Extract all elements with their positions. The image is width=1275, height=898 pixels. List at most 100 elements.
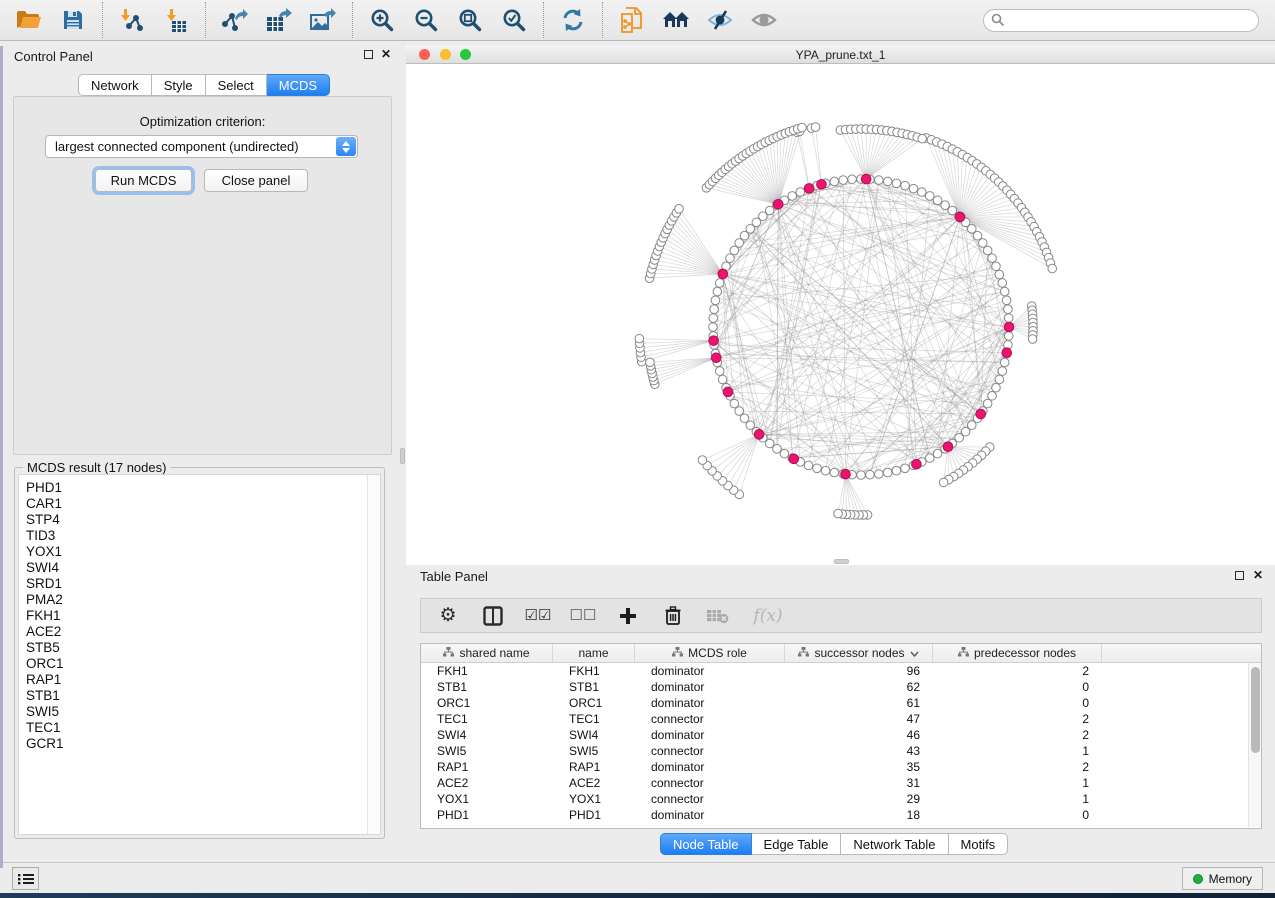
show-column-panel-button[interactable] xyxy=(481,604,505,628)
zoom-in-button[interactable] xyxy=(368,6,396,34)
node-table: shared namenameMCDS rolesuccessor nodesp… xyxy=(420,643,1262,829)
open-network-from-ndex-button[interactable] xyxy=(618,6,646,34)
tab-edge-table[interactable]: Edge Table xyxy=(752,833,842,855)
mcds-result-list[interactable]: PHD1CAR1STP4TID3YOX1SWI4SRD1PMA2FKH1ACE2… xyxy=(18,474,381,835)
table-cell: SWI4 xyxy=(553,727,635,743)
delete-columns-button[interactable] xyxy=(661,604,685,628)
show-graphics-details-button[interactable] xyxy=(750,6,778,34)
import-table-button[interactable] xyxy=(162,6,190,34)
sitemap-icon xyxy=(958,646,969,660)
export-network-button[interactable] xyxy=(221,6,249,34)
table-cell: SWI5 xyxy=(553,743,635,759)
mcds-result-item[interactable]: GCR1 xyxy=(19,736,380,752)
browse-networks-button[interactable] xyxy=(662,6,690,34)
column-header-name[interactable]: name xyxy=(553,644,635,662)
mcds-result-item[interactable]: YOX1 xyxy=(19,544,380,560)
vertical-splitter-handle[interactable] xyxy=(400,448,405,464)
column-header-predecessor-nodes[interactable]: predecessor nodes xyxy=(933,644,1102,662)
mcds-result-item[interactable]: TEC1 xyxy=(19,720,380,736)
table-row[interactable]: FKH1FKH1dominator962 xyxy=(421,663,1261,679)
network-canvas[interactable] xyxy=(406,64,1275,565)
table-cell: connector xyxy=(635,775,785,791)
columns-icon xyxy=(483,606,503,626)
export-table-button[interactable] xyxy=(265,6,293,34)
mcds-result-item[interactable]: ORC1 xyxy=(19,656,380,672)
table-cell: SWI4 xyxy=(421,727,553,743)
table-cell: dominator xyxy=(635,663,785,679)
zoom-out-button[interactable] xyxy=(412,6,440,34)
table-row[interactable]: ORC1ORC1dominator610 xyxy=(421,695,1261,711)
table-scrollbar[interactable] xyxy=(1248,663,1261,827)
memory-button[interactable]: Memory xyxy=(1182,867,1263,890)
mcds-result-item[interactable]: SWI4 xyxy=(19,560,380,576)
table-row[interactable]: SWI4SWI4dominator462 xyxy=(421,727,1261,743)
gear-icon: ⚙ xyxy=(439,606,456,626)
mcds-result-item[interactable]: PMA2 xyxy=(19,592,380,608)
table-row[interactable]: PHD1PHD1dominator180 xyxy=(421,807,1261,823)
mcds-list-scrollbar[interactable] xyxy=(367,475,380,834)
select-all-columns-button[interactable]: ☑☑ xyxy=(526,604,550,628)
save-session-button[interactable] xyxy=(59,6,87,34)
mcds-result-item[interactable]: SRD1 xyxy=(19,576,380,592)
mcds-result-item[interactable]: FKH1 xyxy=(19,608,380,624)
mcds-result-item[interactable]: STB1 xyxy=(19,688,380,704)
table-cell: PHD1 xyxy=(421,807,553,823)
unselect-all-columns-button[interactable]: ☐☐ xyxy=(571,604,595,628)
column-header-MCDS-role[interactable]: MCDS role xyxy=(635,644,785,662)
close-panel-icon[interactable]: ✕ xyxy=(381,48,391,60)
export-image-button[interactable] xyxy=(309,6,337,34)
tab-network[interactable]: Network xyxy=(78,74,152,96)
open-session-button[interactable] xyxy=(15,6,43,34)
table-row[interactable]: RAP1RAP1dominator352 xyxy=(421,759,1261,775)
tab-style[interactable]: Style xyxy=(152,74,206,96)
tab-node-table[interactable]: Node Table xyxy=(660,833,752,855)
save-icon xyxy=(62,9,84,31)
horizontal-splitter-handle[interactable] xyxy=(834,559,849,564)
tab-select[interactable]: Select xyxy=(206,74,267,96)
tab-network-table[interactable]: Network Table xyxy=(841,833,948,855)
zoom-fit-button[interactable] xyxy=(456,6,484,34)
search-input[interactable] xyxy=(983,9,1259,32)
mcds-result-item[interactable]: RAP1 xyxy=(19,672,380,688)
table-scrollbar-thumb[interactable] xyxy=(1251,667,1260,753)
table-settings-button[interactable]: ⚙ xyxy=(436,604,460,628)
show-task-history-button[interactable] xyxy=(12,867,39,890)
tab-motifs[interactable]: Motifs xyxy=(949,833,1009,855)
mcds-result-item[interactable]: ACE2 xyxy=(19,624,380,640)
float-panel-icon[interactable] xyxy=(364,50,373,59)
table-row[interactable]: STB1STB1dominator620 xyxy=(421,679,1261,695)
close-table-panel-icon[interactable]: ✕ xyxy=(1253,569,1263,581)
table-panel-title: Table Panel xyxy=(420,569,488,584)
mcds-result-group: MCDS result (17 nodes) PHD1CAR1STP4TID3Y… xyxy=(14,467,385,839)
mcds-result-item[interactable]: TID3 xyxy=(19,528,380,544)
table-cell: 0 xyxy=(933,807,1102,823)
float-table-panel-icon[interactable] xyxy=(1235,571,1244,580)
mcds-result-item[interactable]: SWI5 xyxy=(19,704,380,720)
refresh-view-button[interactable] xyxy=(559,6,587,34)
run-mcds-button[interactable]: Run MCDS xyxy=(95,169,192,192)
mcds-result-item[interactable]: STP4 xyxy=(19,512,380,528)
close-panel-button[interactable]: Close panel xyxy=(204,169,308,192)
status-bar: Memory xyxy=(0,862,1275,893)
mcds-result-item[interactable]: PHD1 xyxy=(19,480,380,496)
optimization-criterion-select[interactable]: largest connected component (undirected) xyxy=(45,135,358,158)
control-panel-tabs: Network Style Select MCDS xyxy=(78,74,330,96)
table-cell: TEC1 xyxy=(421,711,553,727)
table-row[interactable]: ACE2ACE2connector311 xyxy=(421,775,1261,791)
table-cell: 2 xyxy=(933,663,1102,679)
table-row[interactable]: TEC1TEC1connector472 xyxy=(421,711,1261,727)
zoom-selected-button[interactable] xyxy=(500,6,528,34)
import-network-button[interactable] xyxy=(118,6,146,34)
column-header-successor-nodes[interactable]: successor nodes xyxy=(785,644,933,662)
table-row[interactable]: SWI5SWI5connector431 xyxy=(421,743,1261,759)
mcds-result-item[interactable]: STB5 xyxy=(19,640,380,656)
add-column-button[interactable] xyxy=(616,604,640,628)
table-row[interactable]: YOX1YOX1connector291 xyxy=(421,791,1261,807)
tab-mcds[interactable]: MCDS xyxy=(267,74,330,96)
function-builder-button[interactable]: f(x) xyxy=(751,604,785,628)
hide-edges-button[interactable] xyxy=(706,6,734,34)
delete-table-button[interactable] xyxy=(706,604,730,628)
table-cell: YOX1 xyxy=(553,791,635,807)
column-header-shared-name[interactable]: shared name xyxy=(421,644,553,662)
mcds-result-item[interactable]: CAR1 xyxy=(19,496,380,512)
